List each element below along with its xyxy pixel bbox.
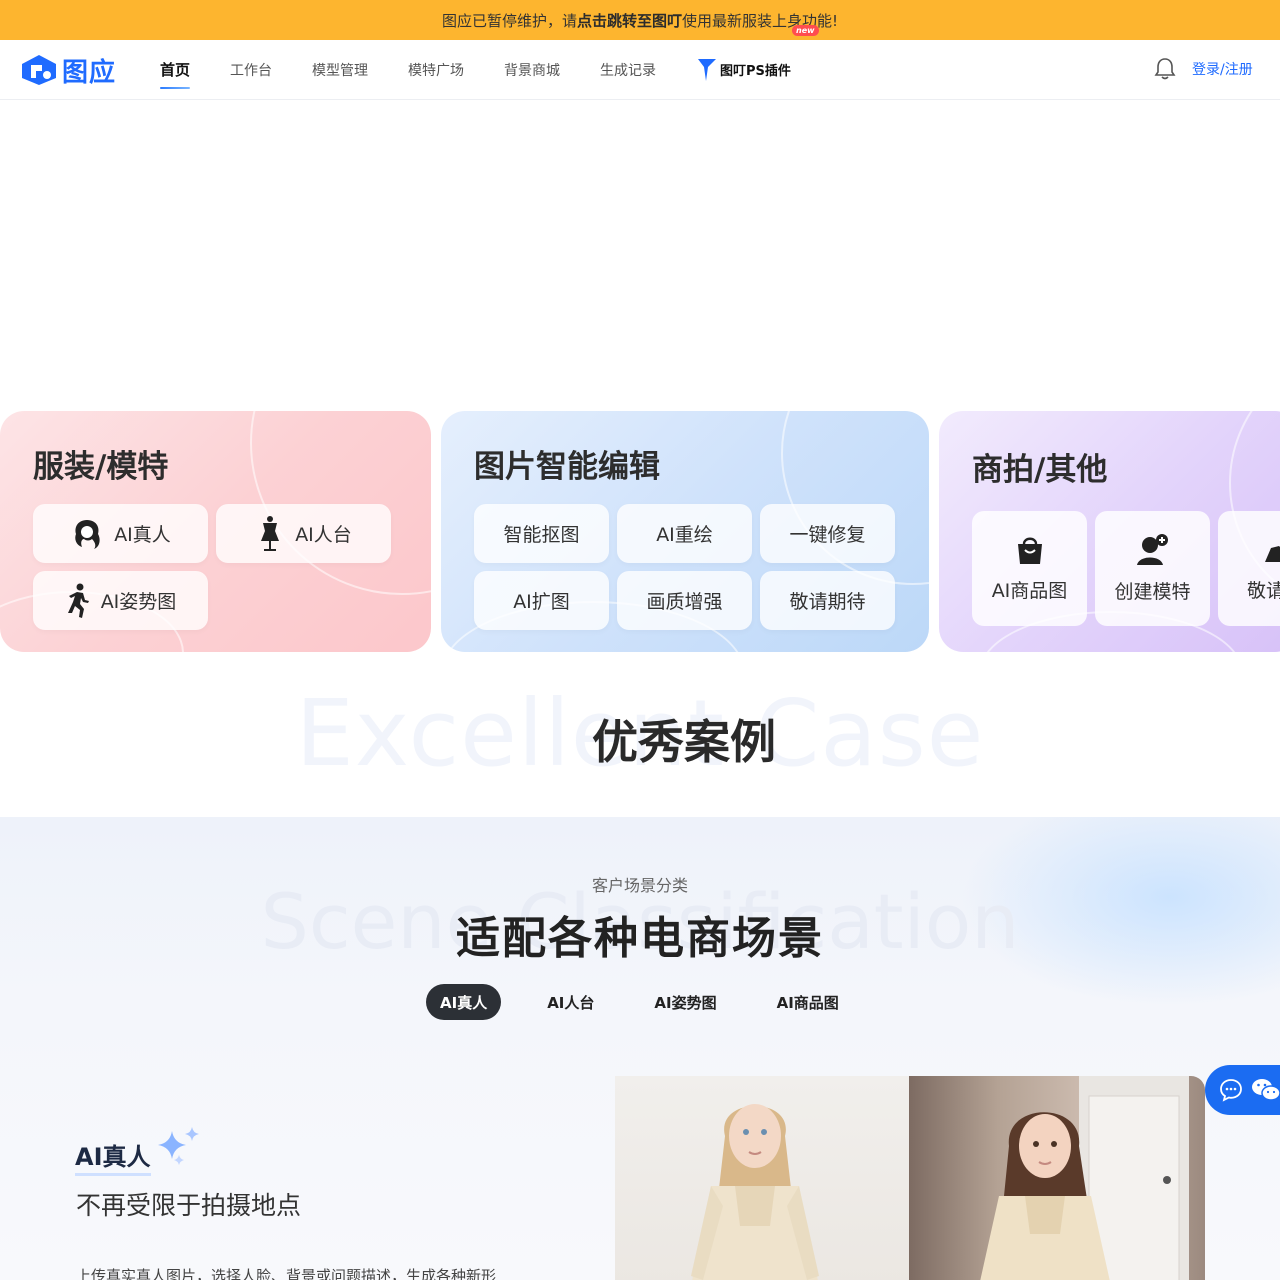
pill-label: 画质增强 (646, 591, 723, 613)
nav-workbench[interactable]: 工作台 (230, 40, 272, 99)
card-apparel-model: 服装/模特 AI真人 AI人台 AI姿势图 (0, 411, 431, 652)
smart-cutout-button[interactable]: 智能抠图 (474, 504, 609, 563)
pill-label: AI姿势图 (100, 591, 177, 613)
card-title: 服装/模特 (33, 449, 169, 485)
generated-photo (909, 1076, 1205, 1280)
original-photo (615, 1076, 909, 1280)
feature-description: 上传真实真人图片，选择人脸、背景或问题描述，生成各种新形 (76, 1267, 497, 1280)
pill-label: AI人台 (295, 524, 352, 546)
tab-ai-mannequin[interactable]: AI人台 (533, 984, 608, 1020)
nav-background-mall[interactable]: 背景商城 (504, 40, 560, 99)
nav-ps-plugin[interactable]: 图叮PS插件 new (696, 25, 819, 99)
tab-ai-product[interactable]: AI商品图 (763, 984, 853, 1020)
tab-ai-pose[interactable]: AI姿势图 (640, 984, 730, 1020)
ai-repaint-button[interactable]: AI重绘 (617, 504, 752, 563)
tab-ai-real-person[interactable]: AI真人 (426, 984, 502, 1020)
mannequin-icon (261, 515, 280, 551)
notification-bell-icon[interactable] (1154, 57, 1176, 81)
ai-expand-button[interactable]: AI扩图 (474, 571, 609, 630)
add-person-icon (1136, 534, 1168, 565)
pill-label: AI真人 (114, 524, 171, 546)
new-badge: new (792, 25, 819, 36)
tile-label: 敬请期 (1246, 580, 1280, 602)
create-model-button[interactable]: 创建模特 (1095, 511, 1210, 626)
nav-model-management[interactable]: 模型管理 (312, 40, 368, 99)
placeholder-icon (1264, 546, 1280, 562)
chat-bubble-icon[interactable] (1219, 1078, 1243, 1102)
nav-history[interactable]: 生成记录 (600, 40, 656, 99)
scene-section: Scene Classification 客户场景分类 适配各种电商场景 AI真… (0, 817, 1280, 1280)
maintenance-banner: 图应已暂停维护，请 点击跳转至图叮 使用最新服装上身功能! (0, 0, 1280, 40)
pill-label: 智能抠图 (503, 524, 580, 546)
plugin-logo-icon (698, 58, 717, 81)
running-figure-icon (67, 583, 89, 618)
banner-link[interactable]: 点击跳转至图叮 (577, 10, 682, 31)
scene-tabs: AI真人 AI人台 AI姿势图 AI商品图 (426, 984, 885, 1020)
nav-home[interactable]: 首页 (160, 40, 191, 99)
logo-text: 图应 (62, 57, 117, 88)
card-image-editing: 图片智能编辑 智能抠图 AI重绘 一键修复 AI扩图 画质增强 敬请期待 (441, 411, 929, 652)
pill-label: 一键修复 (789, 524, 866, 546)
girl-photo-illustration (691, 1104, 819, 1280)
shopping-bag-icon (1017, 537, 1042, 564)
coming-soon-tile[interactable]: 敬请期 (1218, 511, 1280, 626)
pill-label: AI重绘 (656, 524, 713, 546)
ai-pose-button[interactable]: AI姿势图 (33, 571, 208, 630)
logo-icon (22, 55, 56, 85)
decorative-arc (250, 411, 431, 595)
card-title: 图片智能编辑 (474, 449, 660, 485)
feature-tagline: 不再受限于拍摄地点 (76, 1191, 302, 1220)
logo[interactable]: 图应 (20, 53, 117, 88)
nav-model-square[interactable]: 模特广场 (408, 40, 464, 99)
main-nav: 首页 工作台 模型管理 模特广场 背景商城 生成记录 图叮PS插件 new (160, 25, 831, 99)
ai-product-image-button[interactable]: AI商品图 (972, 511, 1087, 626)
tile-label: 创建模特 (1114, 581, 1191, 603)
tile-label: AI商品图 (991, 580, 1068, 602)
card-title: 商拍/其他 (972, 452, 1108, 488)
case-title: 优秀案例 (592, 715, 776, 769)
sparkle-icon (158, 1127, 199, 1165)
wechat-icon[interactable] (1251, 1078, 1280, 1102)
plugin-label: 图叮PS插件 (720, 64, 791, 79)
one-click-repair-button[interactable]: 一键修复 (760, 504, 895, 563)
card-product-shoot: 商拍/其他 AI商品图 创建模特 敬请期 (939, 411, 1280, 652)
quality-enhance-button[interactable]: 画质增强 (617, 571, 752, 630)
top-header: 图应 首页 工作台 模型管理 模特广场 背景商城 生成记录 图叮PS插件 new (0, 25, 1280, 100)
coming-soon-button[interactable]: 敬请期待 (760, 571, 895, 630)
pill-label: AI扩图 (513, 591, 570, 613)
ai-mannequin-button[interactable]: AI人台 (216, 504, 391, 563)
banner-prefix: 图应已暂停维护，请 (441, 11, 577, 30)
pill-label: 敬请期待 (789, 591, 866, 613)
customer-service-float[interactable] (1205, 1065, 1280, 1115)
girl-room-photo-illustration (980, 1076, 1189, 1280)
scene-title: 适配各种电商场景 (456, 913, 824, 964)
scene-subtitle: 客户场景分类 (591, 876, 688, 895)
ai-real-person-button[interactable]: AI真人 (33, 504, 208, 563)
female-face-icon (75, 519, 100, 549)
feature-name: AI真人 (75, 1137, 151, 1176)
login-register-link[interactable]: 登录/注册 (1192, 59, 1253, 79)
